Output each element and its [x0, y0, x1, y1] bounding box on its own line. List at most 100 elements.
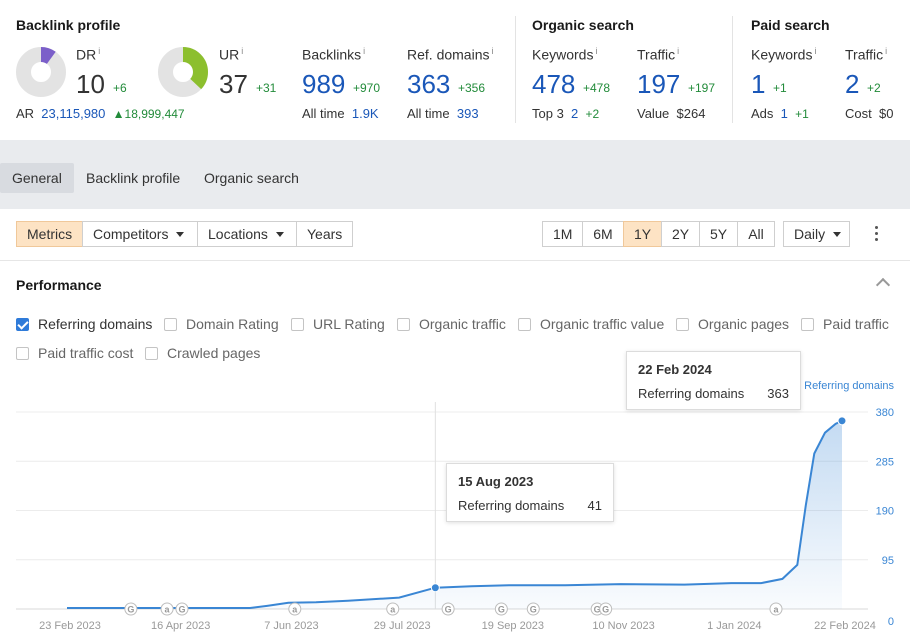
backlink-profile-title: Backlink profile	[16, 17, 121, 33]
range-6m-button[interactable]: 6M	[582, 221, 624, 247]
chart-tooltip: 15 Aug 2023 Referring domains 41	[446, 463, 614, 522]
tooltip-value: 363	[767, 386, 789, 401]
tab-organic-search[interactable]: Organic search	[192, 163, 311, 193]
tooltip-date: 15 Aug 2023	[458, 474, 534, 489]
data-point[interactable]	[430, 583, 440, 593]
info-icon[interactable]: i	[363, 46, 365, 56]
checkbox-organic-traffic[interactable]: Organic traffic	[397, 316, 506, 332]
chevron-up-icon[interactable]	[875, 277, 891, 293]
paid-traffic-delta: +2	[867, 81, 881, 95]
annotation-icon[interactable]: a	[386, 602, 400, 616]
x-tick-label: 1 Jan 2024	[707, 620, 761, 632]
checkbox-paid-traffic[interactable]: Paid traffic	[801, 316, 889, 332]
info-icon[interactable]: i	[814, 46, 816, 56]
dr-value: 10	[76, 69, 105, 99]
ur-delta: +31	[256, 81, 277, 95]
checkbox-referring-domains[interactable]: Referring domains	[16, 316, 152, 332]
chart-tooltip: 22 Feb 2024 Referring domains 363	[626, 351, 801, 410]
tab-general[interactable]: General	[0, 163, 74, 193]
annotation-icon[interactable]: a	[288, 602, 302, 616]
google-update-icon[interactable]: G	[175, 602, 189, 616]
paid-keywords-label: Keywords i	[751, 46, 817, 63]
svg-text:G: G	[602, 605, 609, 615]
tooltip-value: 41	[587, 498, 602, 513]
info-icon[interactable]: i	[677, 46, 679, 56]
organic-keywords-value[interactable]: 478	[532, 69, 575, 100]
paid-ads-row: Ads 1 +1	[751, 106, 809, 121]
paid-traffic-value[interactable]: 2	[845, 69, 859, 100]
checkbox-organic-pages[interactable]: Organic pages	[676, 316, 789, 332]
info-icon[interactable]: i	[98, 46, 100, 56]
organic-traffic-label: Traffic i	[637, 46, 680, 63]
paid-keywords-delta: +1	[773, 81, 787, 95]
google-update-icon[interactable]: G	[526, 602, 540, 616]
organic-keywords-label: Keywords i	[532, 46, 598, 63]
backlinks-value[interactable]: 989	[302, 69, 345, 100]
organic-top3: Top 3 2 +2	[532, 106, 600, 121]
svg-text:G: G	[445, 605, 452, 615]
ar-row: AR 23,115,980 ▲18,999,447	[16, 106, 185, 121]
data-point[interactable]	[837, 416, 847, 426]
svg-text:G: G	[498, 605, 505, 615]
y-tick-label: 95	[882, 555, 894, 567]
checkbox-url-rating[interactable]: URL Rating	[291, 316, 385, 332]
google-update-icon[interactable]: G	[599, 602, 613, 616]
paid-traffic-label: Traffic i	[845, 46, 888, 63]
backlinks-delta: +970	[353, 81, 381, 95]
ref-domains-value[interactable]: 363	[407, 69, 450, 100]
info-icon[interactable]: i	[241, 46, 243, 56]
annotation-icon[interactable]: a	[769, 602, 783, 616]
tooltip-date: 22 Feb 2024	[638, 362, 712, 377]
more-options-icon[interactable]	[868, 223, 884, 245]
organic-traffic-delta: +197	[688, 81, 716, 95]
x-tick-label: 29 Jul 2023	[374, 620, 431, 632]
annotation-icon[interactable]: a	[160, 602, 174, 616]
x-tick-label: 7 Jun 2023	[264, 620, 318, 632]
info-icon[interactable]: i	[595, 46, 597, 56]
competitors-dropdown[interactable]: Competitors	[82, 221, 198, 247]
chevron-down-icon	[176, 232, 185, 237]
info-icon[interactable]: i	[885, 46, 887, 56]
ar-up-arrow-icon: ▲	[112, 107, 125, 121]
checkbox-organic-traffic-value[interactable]: Organic traffic value	[518, 316, 664, 332]
ur-value: 37	[219, 69, 248, 99]
metrics-overview: Backlink profile Organic search Paid sea…	[0, 0, 910, 140]
interval-dropdown[interactable]: Daily	[783, 221, 850, 247]
organic-traffic-value[interactable]: 197	[637, 69, 680, 100]
paid-search-title: Paid search	[751, 17, 830, 33]
paid-cost-row: Cost $0	[845, 106, 894, 121]
checkbox-paid-traffic-cost[interactable]: Paid traffic cost	[16, 345, 133, 361]
ur-donut-chart	[158, 47, 208, 97]
info-icon[interactable]: i	[491, 46, 493, 56]
organic-traffic-value-row: Value $264	[637, 106, 706, 121]
range-1m-button[interactable]: 1M	[542, 221, 583, 247]
x-tick-label: 16 Apr 2023	[151, 620, 210, 632]
chevron-down-icon	[275, 232, 284, 237]
google-update-icon[interactable]: G	[494, 602, 508, 616]
years-button[interactable]: Years	[296, 221, 353, 247]
x-tick-label: 10 Nov 2023	[592, 620, 654, 632]
checkbox-domain-rating[interactable]: Domain Rating	[164, 316, 279, 332]
tooltip-series: Referring domains	[638, 386, 745, 401]
range-1y-button[interactable]: 1Y	[623, 221, 662, 247]
svg-text:G: G	[127, 605, 134, 615]
x-tick-label: 19 Sep 2023	[482, 620, 544, 632]
y-tick-label: 190	[876, 506, 894, 518]
range-5y-button[interactable]: 5Y	[699, 221, 738, 247]
series-label: Referring domains	[804, 380, 894, 392]
range-all-button[interactable]: All	[737, 221, 775, 247]
svg-text:G: G	[178, 605, 185, 615]
ref-domains-alltime: All time 393	[407, 106, 479, 121]
tab-backlink-profile[interactable]: Backlink profile	[74, 163, 192, 193]
x-tick-label: 22 Feb 2024	[814, 620, 876, 632]
google-update-icon[interactable]: G	[441, 602, 455, 616]
paid-keywords-value[interactable]: 1	[751, 69, 765, 100]
checkbox-crawled-pages[interactable]: Crawled pages	[145, 345, 260, 361]
range-2y-button[interactable]: 2Y	[661, 221, 700, 247]
google-update-icon[interactable]: G	[124, 602, 138, 616]
ar-value[interactable]: 23,115,980	[41, 106, 105, 121]
ref-domains-label: Ref. domains i	[407, 46, 494, 63]
divider	[515, 16, 516, 123]
locations-dropdown[interactable]: Locations	[197, 221, 297, 247]
metrics-button[interactable]: Metrics	[16, 221, 83, 247]
